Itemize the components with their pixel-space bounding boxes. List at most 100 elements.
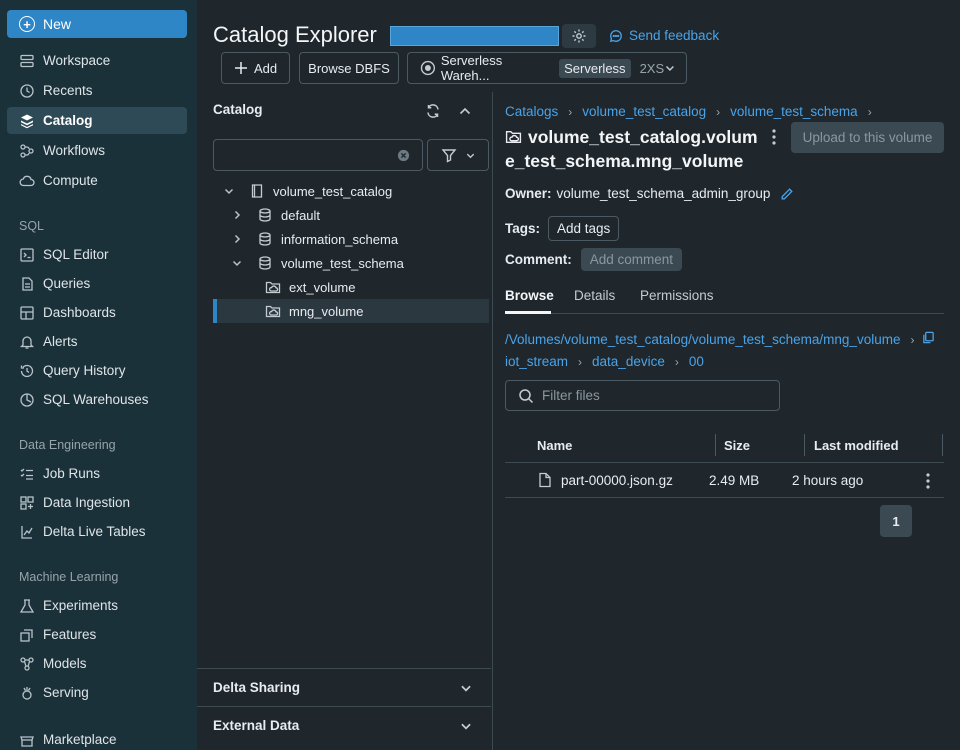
sidebar-item-data-ingestion[interactable]: Data Ingestion [7, 489, 187, 516]
external-data-accordion[interactable]: External Data [197, 706, 491, 744]
subpath-breadcrumb: iot_stream › data_device › 00 [505, 354, 704, 369]
plus-circle-icon: + [19, 16, 35, 32]
file-name[interactable]: part-00000.json.gz [561, 473, 673, 488]
sidebar-item-recents[interactable]: Recents [7, 77, 187, 104]
sidebar-item-sql-warehouses[interactable]: SQL Warehouses [7, 386, 187, 413]
sidebar-item-catalog[interactable]: Catalog [7, 107, 187, 134]
breadcrumb-separator: › [674, 354, 679, 369]
tab-permissions[interactable]: Permissions [640, 288, 714, 303]
column-header-size[interactable]: Size [724, 438, 750, 453]
gear-icon [572, 29, 586, 43]
sidebar-item-serving[interactable]: Serving [7, 679, 187, 706]
new-button[interactable]: + New [7, 10, 187, 38]
owner-value: volume_test_schema_admin_group [556, 186, 771, 201]
sidebar-item-workflows[interactable]: Workflows [7, 137, 187, 164]
tab-details[interactable]: Details [574, 288, 615, 303]
tree-schema-default[interactable]: default [231, 203, 320, 227]
column-resize-handle[interactable] [804, 434, 805, 456]
add-button[interactable]: Add [221, 52, 290, 84]
delta-sharing-label: Delta Sharing [213, 680, 301, 695]
breadcrumb-separator: › [568, 104, 573, 119]
path-link[interactable]: /Volumes/volume_test_catalog/volume_test… [505, 332, 900, 347]
sidebar-item-workspace[interactable]: Workspace [7, 47, 187, 74]
sidebar-item-experiments[interactable]: Experiments [7, 592, 187, 619]
settings-button[interactable] [562, 24, 596, 48]
filter-files-placeholder: Filter files [542, 388, 600, 403]
chevron-down-icon [224, 188, 234, 195]
tab-browse[interactable]: Browse [505, 288, 554, 303]
sidebar-item-label: Compute [43, 173, 98, 188]
sidebar-item-features[interactable]: Features [7, 621, 187, 648]
breadcrumb: Catalogs › volume_test_catalog › volume_… [505, 104, 882, 119]
add-tags-button[interactable]: Add tags [548, 216, 620, 241]
tree-schema-information-schema[interactable]: information_schema [231, 227, 398, 251]
sidebar-item-label: Serving [43, 685, 89, 700]
chevron-down-icon [466, 153, 474, 158]
breadcrumb-catalog[interactable]: volume_test_catalog [582, 104, 706, 119]
warehouse-selector[interactable]: Serverless Wareh... Serverless 2XS [407, 52, 687, 84]
send-feedback-label: Send feedback [629, 28, 720, 43]
catalog-panel-title: Catalog [213, 102, 263, 117]
upload-to-volume-button[interactable]: Upload to this volume [791, 122, 944, 153]
column-resize-handle[interactable] [715, 434, 716, 456]
tree-volume-ext-volume[interactable]: ext_volume [265, 275, 355, 299]
filter-files-input[interactable]: Filter files [505, 380, 780, 411]
cloud-folder-icon [265, 281, 281, 294]
sidebar-item-label: SQL Warehouses [43, 392, 149, 407]
sidebar-item-marketplace[interactable]: Marketplace [7, 726, 187, 750]
kebab-menu-icon[interactable] [922, 472, 934, 490]
column-header-last-modified[interactable]: Last modified [814, 438, 899, 453]
send-feedback-link[interactable]: Send feedback [609, 28, 719, 43]
warehouse-status-icon [420, 60, 436, 76]
kebab-menu-icon[interactable] [768, 128, 780, 146]
serving-icon [22, 686, 32, 700]
sidebar-item-label: Catalog [43, 113, 93, 128]
sidebar-item-dashboards[interactable]: Dashboards [7, 299, 187, 326]
sidebar-item-sql-editor[interactable]: SQL Editor [7, 241, 187, 268]
sidebar-item-queries[interactable]: Queries [7, 270, 187, 297]
copy-icon[interactable] [922, 331, 935, 344]
sidebar-item-query-history[interactable]: Query History [7, 357, 187, 384]
sidebar-item-alerts[interactable]: Alerts [7, 328, 187, 355]
sidebar-item-label: SQL Editor [43, 247, 109, 262]
section-machine-learning: Machine Learning [19, 570, 119, 584]
delta-sharing-accordion[interactable]: Delta Sharing [197, 668, 491, 706]
sidebar-item-compute[interactable]: Compute [7, 167, 187, 194]
cloud-folder-icon [505, 131, 522, 144]
sidebar-item-label: Experiments [43, 598, 119, 613]
subpath-iot-stream[interactable]: iot_stream [505, 354, 568, 369]
chevron-up-icon[interactable] [457, 103, 473, 119]
filter-button[interactable] [427, 139, 489, 171]
title-highlight-input[interactable] [390, 26, 559, 46]
tree-volume-mng-volume[interactable]: mng_volume [265, 299, 363, 323]
history-icon [20, 364, 34, 377]
sidebar-item-delta-live-tables[interactable]: Delta Live Tables [7, 518, 187, 545]
clock-icon [20, 83, 34, 98]
sidebar-item-job-runs[interactable]: Job Runs [7, 460, 187, 487]
tree-catalog-volume-test-catalog[interactable]: volume_test_catalog [223, 179, 392, 203]
subpath-data-device[interactable]: data_device [592, 354, 665, 369]
sidebar-item-models[interactable]: Models [7, 650, 187, 677]
sidebar-item-label: Query History [43, 363, 126, 378]
sidebar-item-label: Queries [43, 276, 91, 291]
browse-dbfs-button[interactable]: Browse DBFS [299, 52, 399, 84]
pagination-page-1[interactable]: 1 [880, 505, 912, 537]
column-header-name[interactable]: Name [537, 438, 572, 453]
breadcrumb-schema[interactable]: volume_test_schema [730, 104, 858, 119]
clear-icon[interactable] [397, 149, 410, 162]
add-comment-button[interactable]: Add comment [580, 248, 683, 271]
breadcrumb-separator: › [578, 354, 583, 369]
chevron-right-icon [234, 210, 241, 220]
catalog-icon [21, 114, 33, 128]
warehouse-icon [20, 392, 34, 407]
bell-icon [19, 335, 35, 349]
pencil-icon[interactable] [780, 187, 794, 201]
subpath-00[interactable]: 00 [689, 354, 704, 369]
column-resize-handle[interactable] [942, 434, 943, 456]
tags-row: Tags: Add tags [505, 216, 620, 241]
tree-schema-volume-test-schema[interactable]: volume_test_schema [231, 251, 404, 275]
breadcrumb-catalogs[interactable]: Catalogs [505, 104, 558, 119]
catalog-search-input[interactable] [213, 139, 423, 171]
tree-label: volume_test_catalog [273, 183, 393, 199]
refresh-icon[interactable] [425, 103, 441, 119]
